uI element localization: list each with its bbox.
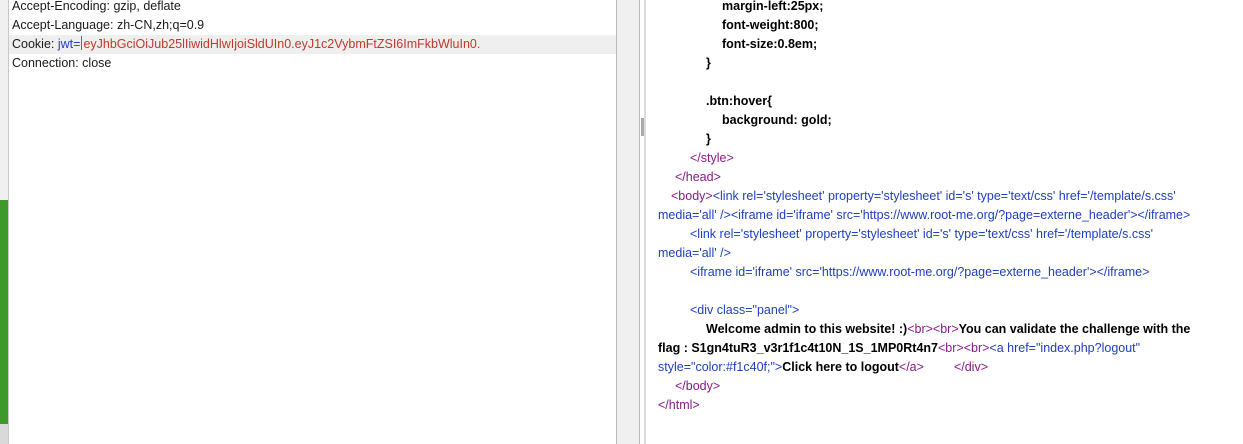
response-viewer[interactable]: margin-left:25px; font-weight:800; font-… xyxy=(646,0,1243,444)
body-open-tag: <body> xyxy=(671,189,713,203)
code-line: flag : S1gn4tuR3_v3r1f1c4t10N_1S_1MP0Rt4… xyxy=(658,339,1140,358)
code-line: </body> xyxy=(675,379,721,393)
code-line: <link rel='stylesheet' property='stylesh… xyxy=(690,227,1153,241)
br-tags: <br><br> xyxy=(907,322,959,336)
br-tags: <br><br> xyxy=(937,341,990,355)
request-header-line: Accept-Encoding: gzip, deflate xyxy=(12,0,181,13)
code-line: </head> xyxy=(675,170,721,184)
code-line: } xyxy=(706,56,711,70)
cookie-name: jwt= xyxy=(57,37,81,51)
anchor-open-tag: <a href="index.php?logout" xyxy=(989,341,1141,355)
cookie-label: Cookie: xyxy=(12,37,58,51)
background-window-tab xyxy=(0,424,8,444)
code-line: font-size:0.8em; xyxy=(722,37,818,51)
anchor-style-attr: style="color:#f1c40f;"> xyxy=(658,360,783,374)
code-line: style="color:#f1c40f;">Click here to log… xyxy=(658,358,988,377)
cookie-value: eyJhbGciOiJub25lIiwidHlwIjoiSldUIn0.eyJ1… xyxy=(83,37,481,51)
background-window-strip xyxy=(0,0,9,444)
code-line: .btn:hover{ xyxy=(706,94,772,108)
validate-text: You can validate the challenge with the xyxy=(958,322,1191,336)
code-line: </style> xyxy=(690,151,734,165)
iframe-tag: <iframe id='iframe' src='https://www.roo… xyxy=(730,208,1191,222)
code-line: } xyxy=(706,132,711,146)
code-line: margin-left:25px; xyxy=(722,0,824,13)
request-header-line: Connection: close xyxy=(12,56,112,70)
code-line: font-weight:800; xyxy=(722,18,819,32)
code-line: media='all' /><iframe id='iframe' src='h… xyxy=(658,206,1190,225)
anchor-close-tag: </a> xyxy=(898,360,924,374)
code-line: <body><link rel='stylesheet' property='s… xyxy=(671,187,1176,206)
pane-splitter[interactable] xyxy=(616,0,645,444)
logout-text: Click here to logout xyxy=(782,360,899,374)
request-editor[interactable]: Accept-Encoding: gzip, deflate Accept-La… xyxy=(9,0,616,444)
link-tag: <link rel='stylesheet' property='stylesh… xyxy=(712,189,1176,203)
request-header-line: Accept-Language: zh-CN,zh;q=0.9 xyxy=(12,18,205,32)
code-line: </html> xyxy=(658,398,700,412)
code-line: media='all' /> xyxy=(658,246,731,260)
code-line: <div class="panel"> xyxy=(690,303,800,317)
flag-text: flag : S1gn4tuR3_v3r1f1c4t10N_1S_1MP0Rt4… xyxy=(658,341,938,355)
media-attr: media='all' /> xyxy=(658,208,731,222)
welcome-text: Welcome admin to this website! :) xyxy=(706,322,908,336)
request-cookie-line[interactable]: Cookie: jwt= eyJhbGciOiJub25lIiwidHlwIjoi… xyxy=(9,35,616,54)
code-line: background: gold; xyxy=(722,113,832,127)
div-close-tag: </div> xyxy=(953,360,988,374)
code-line: <iframe id='iframe' src='https://www.roo… xyxy=(690,265,1150,279)
background-window-content xyxy=(0,200,8,424)
code-line: Welcome admin to this website! :)<br><br… xyxy=(706,320,1190,339)
